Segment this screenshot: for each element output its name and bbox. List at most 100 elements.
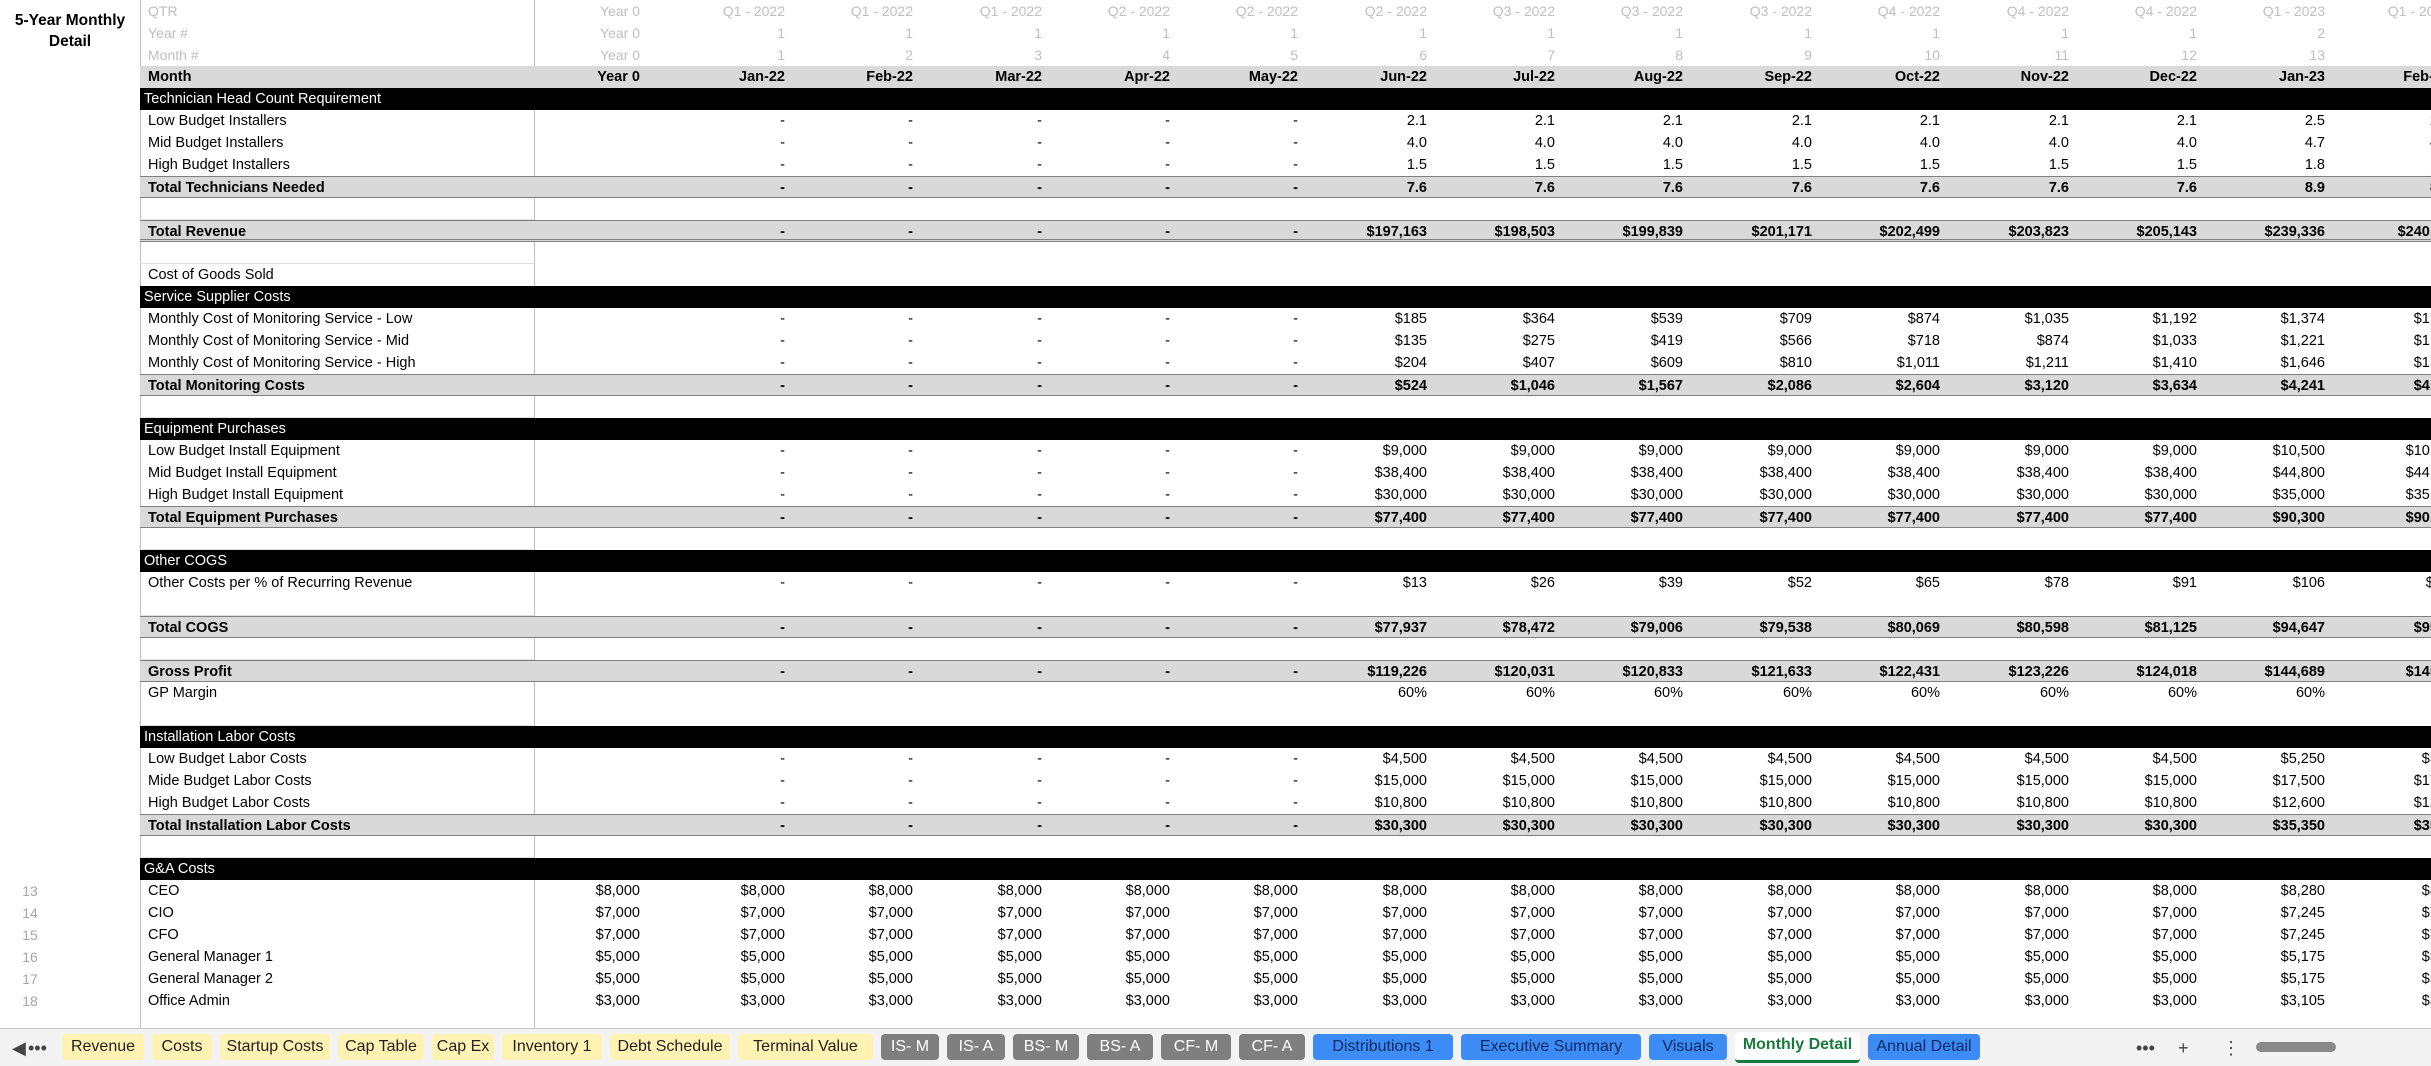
cell-value[interactable]: $79,538 xyxy=(1694,617,1812,639)
cell-value[interactable]: - xyxy=(1180,132,1298,154)
cell-value[interactable]: 1 xyxy=(795,22,913,44)
month-header-cell[interactable]: Jan-22 xyxy=(667,66,785,88)
row-label[interactable]: General Manager 1 xyxy=(140,946,534,968)
cell-value[interactable]: $4,500 xyxy=(2079,748,2197,770)
cell-value[interactable]: $5,000 xyxy=(522,946,640,968)
cell-value[interactable]: $3,120 xyxy=(1951,375,2069,397)
cell-value[interactable]: 1 xyxy=(1822,22,1940,44)
cell-value[interactable]: $4,500 xyxy=(1694,748,1812,770)
cell-value[interactable]: - xyxy=(1052,352,1170,374)
cell-value[interactable]: $199,839 xyxy=(1565,221,1683,243)
cell-value[interactable]: $39 xyxy=(1565,572,1683,594)
cell-value[interactable]: $38,400 xyxy=(1951,462,2069,484)
cell-value[interactable]: - xyxy=(1180,440,1298,462)
sheet-tab-debt-schedule[interactable]: Debt Schedule xyxy=(610,1034,730,1060)
cell-value[interactable]: - xyxy=(795,375,913,397)
cell-value[interactable]: $3,000 xyxy=(924,990,1042,1012)
cell-value[interactable]: $1,646 xyxy=(2207,352,2325,374)
row-label[interactable]: Total Revenue xyxy=(140,221,534,243)
cell-value[interactable]: $8,000 xyxy=(1309,880,1427,902)
cell-value[interactable]: $364 xyxy=(1437,308,1555,330)
cell-value[interactable]: 4 xyxy=(1052,44,1170,66)
sheet-tab-annual-detail[interactable]: Annual Detail xyxy=(1868,1034,1980,1060)
row-label[interactable]: Total Installation Labor Costs xyxy=(140,815,534,837)
cell-value[interactable]: - xyxy=(924,617,1042,639)
cell-value[interactable]: $44,80 xyxy=(2332,462,2431,484)
cell-value[interactable]: $5,000 xyxy=(1437,946,1555,968)
cell-value[interactable]: Q2 - 2022 xyxy=(1052,0,1170,22)
cell-value[interactable]: 1 xyxy=(667,22,785,44)
cell-value[interactable]: - xyxy=(1052,507,1170,529)
month-header-cell[interactable]: Mar-22 xyxy=(924,66,1042,88)
cell-value[interactable]: $17,500 xyxy=(2207,770,2325,792)
cell-value[interactable]: - xyxy=(1180,770,1298,792)
cell-value[interactable]: - xyxy=(667,154,785,176)
cell-value[interactable]: 2.1 xyxy=(1951,110,2069,132)
cell-value[interactable]: $1,035 xyxy=(1951,308,2069,330)
cell-value[interactable]: $5,000 xyxy=(2079,968,2197,990)
cell-value[interactable]: - xyxy=(1180,748,1298,770)
cell-value[interactable]: $13 xyxy=(1309,572,1427,594)
cell-value[interactable]: $35,00 xyxy=(2332,484,2431,506)
cell-value[interactable]: $8,000 xyxy=(1437,880,1555,902)
cell-value[interactable]: $7,000 xyxy=(1951,924,2069,946)
cell-value[interactable]: $17,5 xyxy=(2332,770,2431,792)
cell-value[interactable]: $1,567 xyxy=(1565,375,1683,397)
cell-value[interactable]: 60% xyxy=(1822,682,1940,704)
cell-value[interactable]: - xyxy=(924,507,1042,529)
cell-value[interactable]: - xyxy=(1052,154,1170,176)
add-sheet-icon[interactable]: + xyxy=(2178,1036,2189,1060)
cell-value[interactable]: $7,2 xyxy=(2332,924,2431,946)
cell-value[interactable]: - xyxy=(795,440,913,462)
sheet-tab-revenue[interactable]: Revenue xyxy=(62,1034,144,1060)
month-header-cell[interactable]: Feb-23 xyxy=(2332,66,2431,88)
cell-value[interactable]: $10,800 xyxy=(2079,792,2197,814)
cell-value[interactable]: $1,192 xyxy=(2079,308,2197,330)
cell-value[interactable]: $7,000 xyxy=(2079,902,2197,924)
cell-value[interactable]: $810 xyxy=(1694,352,1812,374)
cell-value[interactable]: $9,000 xyxy=(1822,440,1940,462)
cell-value[interactable]: - xyxy=(667,177,785,199)
cell-value[interactable]: - xyxy=(795,484,913,506)
cell-value[interactable]: $5,000 xyxy=(924,946,1042,968)
cell-value[interactable]: 7.6 xyxy=(1951,177,2069,199)
row-number[interactable]: 18 xyxy=(0,990,60,1012)
cell-value[interactable]: - xyxy=(667,375,785,397)
cell-value[interactable]: - xyxy=(667,330,785,352)
cell-value[interactable]: $9,000 xyxy=(2079,440,2197,462)
cell-value[interactable]: $240,89 xyxy=(2332,221,2431,243)
row-label[interactable]: Monthly Cost of Monitoring Service - Hig… xyxy=(140,352,534,374)
cell-value[interactable]: 4.7 xyxy=(2332,132,2431,154)
cell-value[interactable]: $15,000 xyxy=(1309,770,1427,792)
cell-value[interactable]: - xyxy=(667,572,785,594)
cell-value[interactable]: $15,000 xyxy=(2079,770,2197,792)
horizontal-scrollbar-thumb[interactable] xyxy=(2256,1042,2336,1052)
cell-value[interactable]: $5,175 xyxy=(2207,968,2325,990)
cell-value[interactable]: 4.0 xyxy=(1951,132,2069,154)
cell-value[interactable]: $7,000 xyxy=(1309,924,1427,946)
cell-value[interactable]: - xyxy=(1052,748,1170,770)
cell-value[interactable]: - xyxy=(667,440,785,462)
cell-value[interactable]: $7,000 xyxy=(2079,924,2197,946)
cell-value[interactable]: 2.1 xyxy=(1694,110,1812,132)
cell-value[interactable]: $3,634 xyxy=(2079,375,2197,397)
cell-value[interactable]: $7,000 xyxy=(667,902,785,924)
cell-value[interactable]: $30,000 xyxy=(1951,484,2069,506)
cell-value[interactable]: - xyxy=(795,661,913,683)
cell-value[interactable]: $539 xyxy=(1565,308,1683,330)
row-label[interactable]: Low Budget Labor Costs xyxy=(140,748,534,770)
cell-value[interactable]: - xyxy=(1052,617,1170,639)
cell-value[interactable]: $8,000 xyxy=(1694,880,1812,902)
cell-value[interactable]: $3,000 xyxy=(2079,990,2197,1012)
cell-value[interactable]: 2.5 xyxy=(2332,110,2431,132)
cell-value[interactable]: $121,633 xyxy=(1694,661,1812,683)
cell-value[interactable]: - xyxy=(667,815,785,837)
cell-value[interactable]: $7,000 xyxy=(1437,924,1555,946)
cell-value[interactable]: - xyxy=(1052,770,1170,792)
sheet-tab-is-m[interactable]: IS- M xyxy=(881,1034,939,1060)
sheet-tab-cap-ex[interactable]: Cap Ex xyxy=(432,1034,494,1060)
cell-value[interactable]: - xyxy=(924,154,1042,176)
cell-value[interactable]: - xyxy=(1180,308,1298,330)
cell-value[interactable]: 2.1 xyxy=(2079,110,2197,132)
cell-value[interactable]: $202,499 xyxy=(1822,221,1940,243)
